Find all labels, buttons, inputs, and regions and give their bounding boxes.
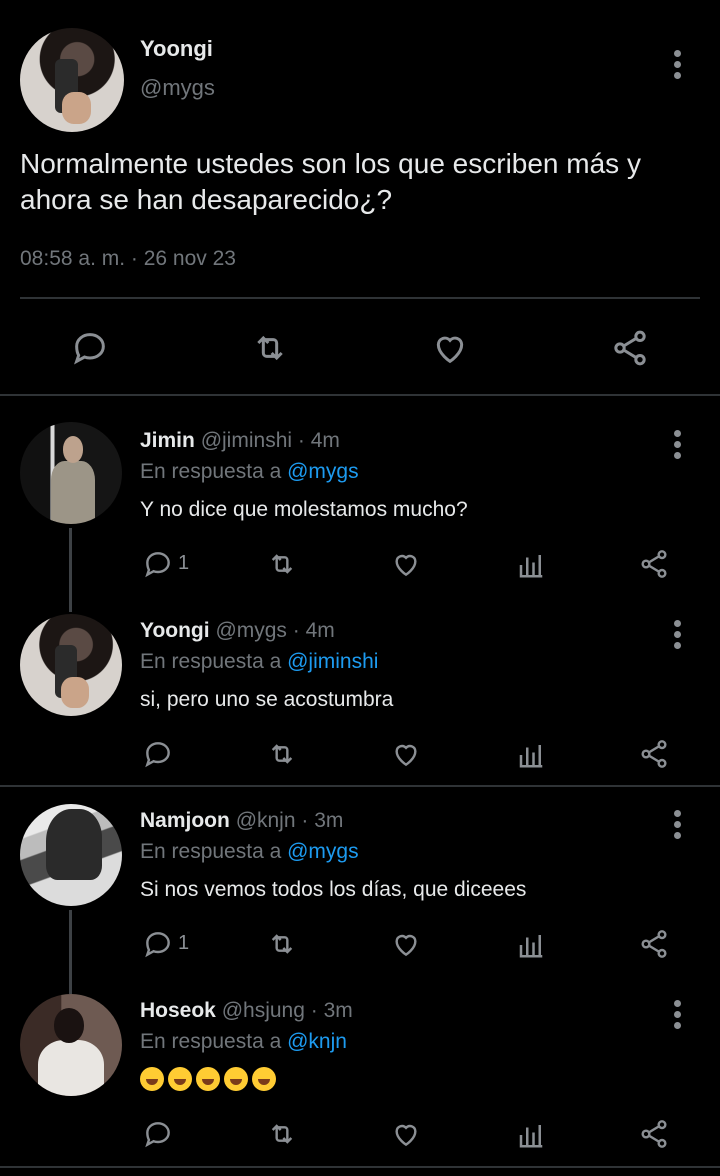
- retweet-icon[interactable]: [264, 548, 300, 580]
- reply-to-link[interactable]: @knjn: [287, 1030, 347, 1053]
- reply-header: Hoseok @hsjung · 3m: [140, 999, 353, 1023]
- more-options-icon[interactable]: [674, 810, 682, 843]
- divider: [0, 394, 720, 396]
- share-icon[interactable]: [638, 928, 670, 960]
- reply-icon[interactable]: [142, 738, 174, 770]
- laughing-face-icon: [196, 1067, 220, 1091]
- avatar[interactable]: [20, 994, 122, 1096]
- reply-header: Jimin @jiminshi · 4m: [140, 429, 340, 453]
- tweet-timestamp: 08:58 a. m. · 26 nov 23: [20, 247, 236, 270]
- analytics-icon[interactable]: [516, 1120, 546, 1150]
- author-name[interactable]: Namjoon: [140, 809, 230, 832]
- retweet-icon[interactable]: [264, 738, 300, 770]
- retweet-icon[interactable]: [264, 928, 300, 960]
- reply-emojis: [140, 1067, 280, 1091]
- author-handle[interactable]: @mygs: [140, 75, 215, 101]
- more-options-icon[interactable]: [674, 1000, 682, 1033]
- reply-header: Namjoon @knjn · 3m: [140, 809, 343, 833]
- laughing-face-icon: [140, 1067, 164, 1091]
- reply-prefix: En respuesta a: [140, 650, 282, 673]
- reply-text: Y no dice que molestamos mucho?: [140, 498, 468, 521]
- avatar[interactable]: [20, 28, 124, 132]
- reply-icon[interactable]: [142, 1118, 174, 1150]
- thread-line: [69, 910, 72, 994]
- author-handle[interactable]: @mygs: [215, 619, 287, 642]
- analytics-icon[interactable]: [516, 740, 546, 770]
- reply-prefix: En respuesta a: [140, 460, 282, 483]
- tweet-text: Normalmente ustedes son los que escriben…: [20, 148, 641, 215]
- like-icon[interactable]: [389, 738, 423, 770]
- author-handle[interactable]: @knjn: [236, 809, 296, 832]
- reply-text: si, pero uno se acostumbra: [140, 688, 394, 711]
- share-icon[interactable]: [638, 1118, 670, 1150]
- reply-icon[interactable]: [142, 548, 174, 580]
- like-icon[interactable]: [389, 548, 423, 580]
- author-handle[interactable]: @hsjung: [222, 999, 305, 1022]
- share-icon[interactable]: [638, 548, 670, 580]
- divider: [20, 297, 700, 299]
- avatar[interactable]: [20, 804, 122, 906]
- more-options-icon[interactable]: [674, 50, 682, 83]
- reply-context: En respuesta a @mygs: [140, 840, 359, 864]
- share-icon[interactable]: [610, 328, 650, 368]
- avatar[interactable]: [20, 614, 122, 716]
- reply-text: Si nos vemos todos los días, que diceees: [140, 878, 527, 901]
- author-name[interactable]: Hoseok: [140, 999, 216, 1022]
- reply-time: · 3m: [310, 999, 353, 1022]
- author-name[interactable]: Yoongi: [140, 36, 213, 62]
- like-icon[interactable]: [389, 928, 423, 960]
- reply-context: En respuesta a @mygs: [140, 460, 359, 484]
- retweet-icon[interactable]: [248, 328, 292, 368]
- reply-count: 1: [178, 552, 190, 574]
- reply-time: · 3m: [301, 809, 344, 832]
- reply-context: En respuesta a @knjn: [140, 1030, 347, 1054]
- laughing-face-icon: [168, 1067, 192, 1091]
- retweet-icon[interactable]: [264, 1118, 300, 1150]
- reply-to-link[interactable]: @jiminshi: [287, 650, 378, 673]
- reply-time: · 4m: [297, 429, 340, 452]
- reply-header: Yoongi @mygs · 4m: [140, 619, 335, 643]
- reply-prefix: En respuesta a: [140, 840, 282, 863]
- share-icon[interactable]: [638, 738, 670, 770]
- more-options-icon[interactable]: [674, 430, 682, 463]
- more-options-icon[interactable]: [674, 620, 682, 653]
- reply-count: 1: [178, 932, 190, 954]
- reply-to-link[interactable]: @mygs: [287, 460, 359, 483]
- reply-context: En respuesta a @jiminshi: [140, 650, 378, 674]
- author-name[interactable]: Jimin: [140, 429, 195, 452]
- author-name[interactable]: Yoongi: [140, 619, 210, 642]
- thread-line: [69, 528, 72, 612]
- laughing-face-icon: [252, 1067, 276, 1091]
- reply-time: · 4m: [292, 619, 335, 642]
- author-handle[interactable]: @jiminshi: [201, 429, 292, 452]
- analytics-icon[interactable]: [516, 550, 546, 580]
- reply-prefix: En respuesta a: [140, 1030, 282, 1053]
- divider: [0, 1166, 720, 1168]
- reply-to-link[interactable]: @mygs: [287, 840, 359, 863]
- reply-icon[interactable]: [142, 928, 174, 960]
- avatar[interactable]: [20, 422, 122, 524]
- laughing-face-icon: [224, 1067, 248, 1091]
- analytics-icon[interactable]: [516, 930, 546, 960]
- like-icon[interactable]: [389, 1118, 423, 1150]
- divider: [0, 785, 720, 787]
- reply-icon[interactable]: [70, 328, 110, 368]
- like-icon[interactable]: [429, 328, 471, 368]
